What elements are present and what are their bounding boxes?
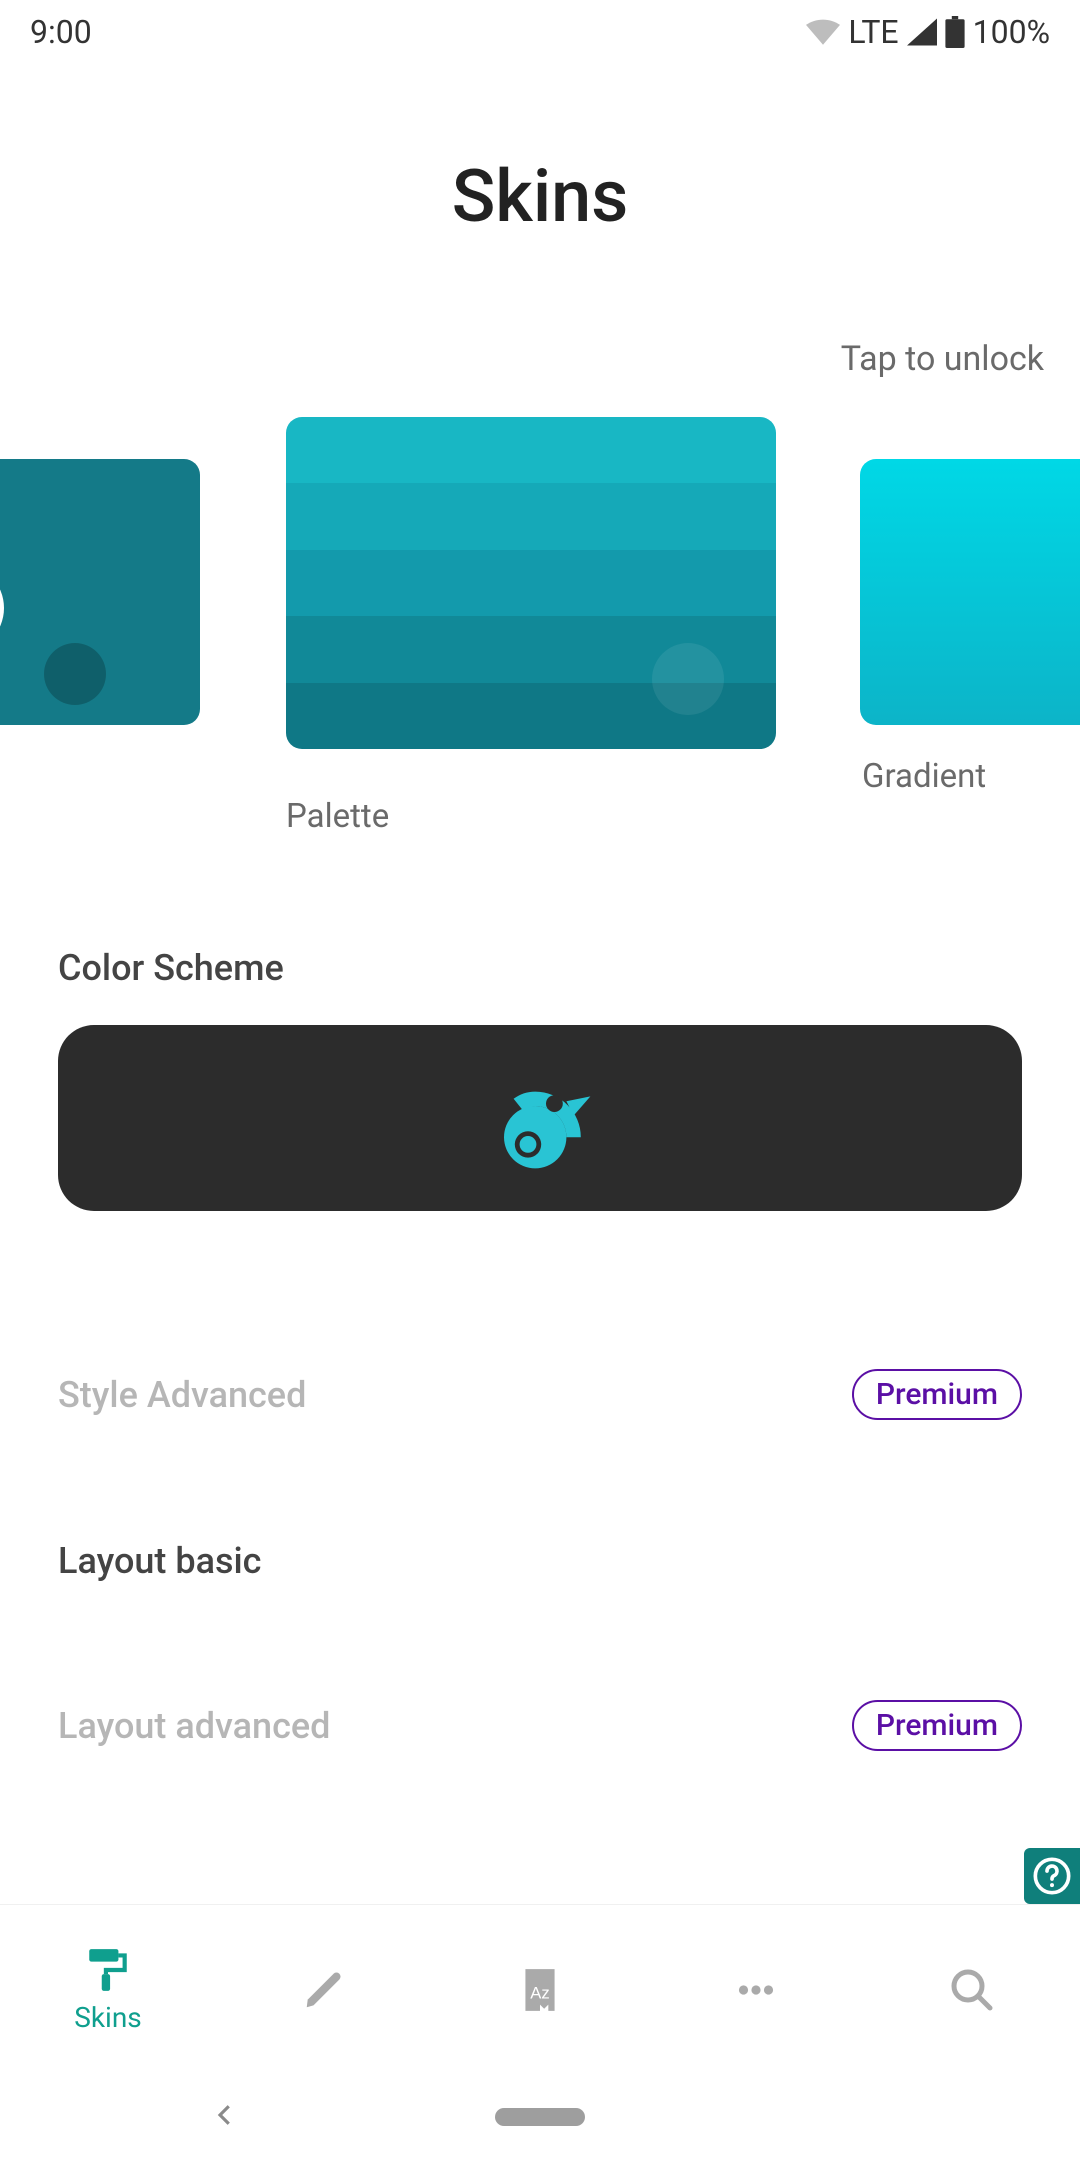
skin-card-previous[interactable] — [0, 459, 200, 725]
color-scheme-heading[interactable]: Color Scheme — [58, 947, 1022, 989]
battery-icon — [945, 16, 965, 48]
status-bar: 9:00 LTE 100% — [0, 0, 1080, 64]
nav-edit[interactable] — [216, 1905, 432, 2074]
paint-roller-icon — [83, 1945, 133, 1995]
premium-badge[interactable]: Premium — [852, 1700, 1022, 1751]
page-title: Skins — [0, 154, 1080, 239]
chevron-left-icon — [210, 2100, 240, 2130]
search-icon — [948, 1966, 996, 2014]
palette-stripe — [286, 550, 776, 616]
system-home-pill[interactable] — [495, 2108, 585, 2126]
layout-advanced-label: Layout advanced — [58, 1705, 330, 1747]
status-battery: 100% — [973, 13, 1050, 51]
system-back-button[interactable] — [210, 2100, 240, 2134]
wifi-icon — [806, 18, 840, 46]
card-accent-dot — [652, 643, 724, 715]
skin-card-gradient[interactable] — [860, 459, 1080, 725]
more-horizontal-icon — [731, 1965, 781, 2015]
nav-skins[interactable]: Skins — [0, 1905, 216, 2074]
skin-card-label: Palette — [286, 797, 389, 836]
style-advanced-label: Style Advanced — [58, 1374, 306, 1416]
skin-card-label: Gradient — [862, 757, 986, 796]
skin-card-palette[interactable] — [286, 417, 776, 749]
signal-icon — [907, 18, 937, 46]
status-network: LTE — [848, 13, 898, 51]
chameleon-icon — [480, 1058, 600, 1178]
status-time: 9:00 — [30, 13, 92, 51]
layout-basic-row[interactable]: Layout basic — [58, 1540, 1022, 1582]
layout-basic-label: Layout basic — [58, 1540, 261, 1582]
nav-search[interactable] — [864, 1905, 1080, 2074]
pencil-icon — [301, 1967, 347, 2013]
skin-carousel[interactable]: Palette Gradient — [0, 417, 1080, 777]
help-icon — [1032, 1856, 1072, 1896]
nav-label: Skins — [74, 2001, 142, 2034]
status-right: LTE 100% — [806, 13, 1050, 51]
bottom-nav: Skins Az — [0, 1904, 1080, 2074]
svg-text:Az: Az — [530, 1983, 549, 2002]
nav-more[interactable] — [648, 1905, 864, 2074]
system-nav-bar — [0, 2074, 1080, 2160]
style-advanced-row[interactable]: Style Advanced Premium — [58, 1369, 1022, 1420]
help-button[interactable] — [1024, 1848, 1080, 1904]
color-scheme-preview[interactable] — [58, 1025, 1022, 1211]
checkmark-icon — [0, 563, 4, 653]
dictionary-icon: Az — [515, 1965, 565, 2015]
palette-stripe — [286, 417, 776, 483]
unlock-hint-label[interactable]: Tap to unlock — [0, 339, 1080, 379]
nav-dictionary[interactable]: Az — [432, 1905, 648, 2074]
card-accent-dot — [44, 643, 106, 705]
palette-stripe — [286, 483, 776, 549]
premium-badge[interactable]: Premium — [852, 1369, 1022, 1420]
layout-advanced-row[interactable]: Layout advanced Premium — [58, 1700, 1022, 1751]
